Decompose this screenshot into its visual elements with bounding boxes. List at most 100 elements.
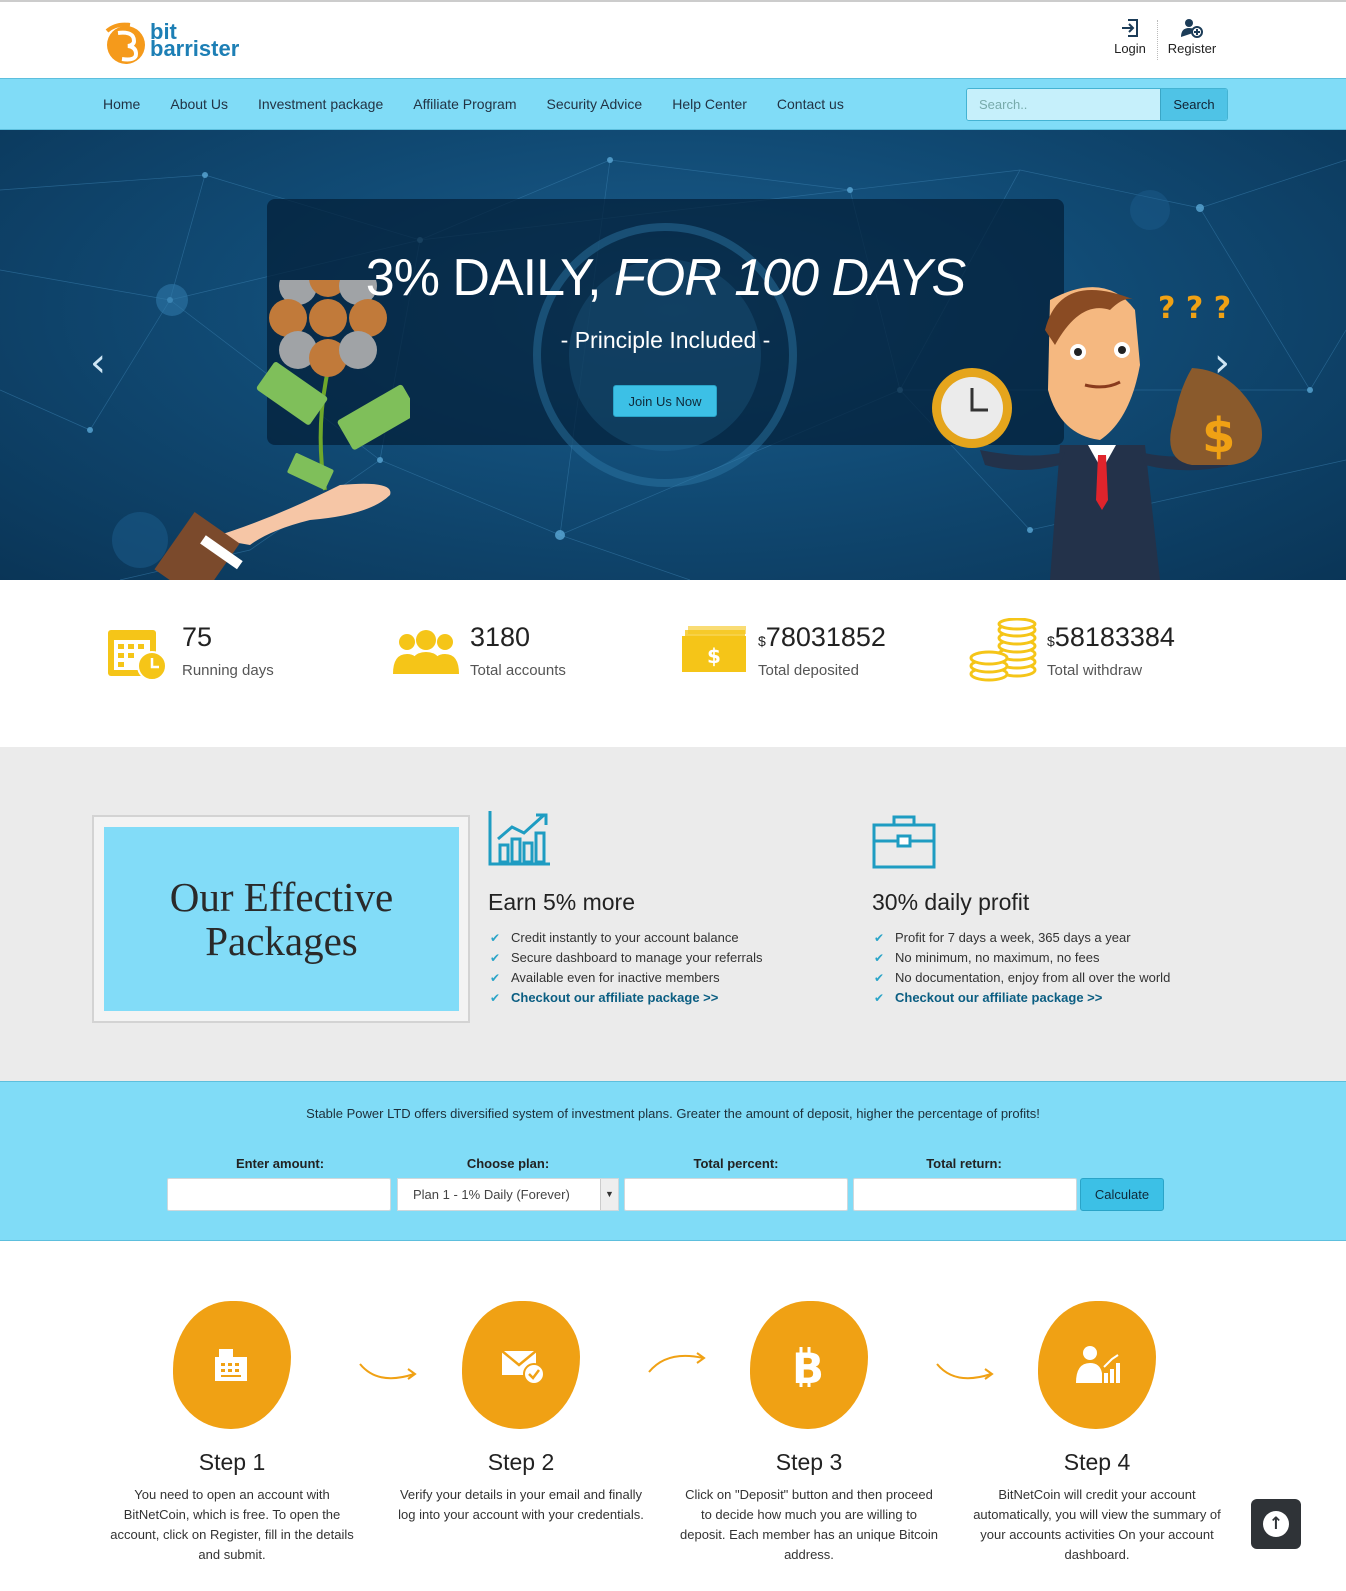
nav-item-security[interactable]: Security Advice (546, 96, 642, 112)
logo-mark-icon (105, 22, 145, 64)
profit-calculator: Stable Power LTD offers diversified syst… (0, 1081, 1346, 1241)
stat-value: 75 (182, 622, 213, 652)
user-add-icon (1181, 19, 1203, 38)
feature-item: Profit for 7 days a week, 365 days a yea… (872, 928, 1252, 948)
stat-amount: 58183384 (1054, 622, 1175, 652)
stats-bar: 75 Running days 3180 Total accounts $ $7… (0, 580, 1346, 747)
register-link[interactable]: Register (1164, 18, 1220, 56)
hero-slider: $ ? ? ? 3% DAILY, FOR 100 DAYS - Princip… (0, 130, 1346, 580)
plan-label: Choose plan: (466, 1156, 550, 1171)
users-icon (393, 630, 459, 674)
register-icon (215, 1349, 247, 1381)
search-form: Search (966, 88, 1228, 121)
step-card-1: Step 1 You need to open an account with … (97, 1301, 367, 1565)
brand-line-2: barrister (150, 36, 240, 61)
nav-menu: Home About Us Investment package Affilia… (103, 79, 874, 129)
step-card-2: Step 2 Verify your details in your email… (386, 1301, 656, 1525)
svg-text:$: $ (707, 644, 721, 668)
feature-item: No documentation, enjoy from all over th… (872, 968, 1252, 988)
register-label: Register (1167, 41, 1217, 56)
step-badge: B (750, 1301, 868, 1429)
feature-item: No minimum, no maximum, no fees (872, 948, 1252, 968)
step-badge (173, 1301, 291, 1429)
hero-title: 3% DAILY, FOR 100 DAYS (267, 248, 1064, 308)
feature-item: Available even for inactive members (488, 968, 848, 988)
calculate-button[interactable]: Calculate (1080, 1178, 1164, 1211)
growth-chart-icon (488, 811, 550, 866)
feature-item: Secure dashboard to manage your referral… (488, 948, 848, 968)
stat-label: Total accounts (470, 662, 566, 679)
step-text: BitNetCoin will credit your account auto… (973, 1487, 1221, 1562)
stat-currency: $ (1047, 633, 1055, 649)
nav-item-about[interactable]: About Us (170, 96, 228, 112)
step-badge (462, 1301, 580, 1429)
brand-logo[interactable]: bit barrister (104, 19, 264, 65)
nav-item-affiliate[interactable]: Affiliate Program (413, 96, 516, 112)
percent-output[interactable] (624, 1178, 848, 1211)
package-card-profit: 30% daily profit Profit for 7 days a wee… (872, 809, 1252, 1008)
affiliate-package-link[interactable]: Checkout our affiliate package >> (488, 988, 848, 1008)
step-title: Step 3 (775, 1449, 843, 1475)
svg-text:? ? ?: ? ? ? (1158, 291, 1231, 326)
chevron-left-icon[interactable]: ‹ (90, 340, 106, 386)
package-features: Profit for 7 days a week, 365 days a yea… (872, 928, 1252, 1008)
package-title: Earn 5% more (488, 889, 636, 915)
briefcase-icon (872, 815, 936, 869)
cash-icon: $ (682, 626, 746, 672)
nav-item-home[interactable]: Home (103, 96, 140, 112)
step-text: Verify your details in your email and fi… (398, 1487, 644, 1522)
coins-icon (969, 618, 1037, 682)
svg-text:$: $ (1202, 408, 1235, 464)
amount-label: Enter amount: (235, 1156, 325, 1171)
stat-value: $58183384 (1047, 622, 1175, 653)
package-card-earn: Earn 5% more Credit instantly to your ac… (488, 809, 848, 1008)
plan-select-value: Plan 1 - 1% Daily (Forever) (413, 1187, 570, 1202)
stat-value: $78031852 (758, 622, 886, 653)
businessman-illustration: $ ? ? ? (932, 287, 1262, 580)
nav-item-investment[interactable]: Investment package (258, 96, 383, 112)
login-link[interactable]: Login (1110, 18, 1150, 56)
step-text: Click on "Deposit" button and then proce… (680, 1487, 938, 1562)
join-now-button[interactable]: Join Us Now (613, 385, 717, 417)
stat-currency: $ (758, 633, 766, 649)
package-title: 30% daily profit (872, 889, 1030, 915)
search-input[interactable] (967, 89, 1160, 120)
stat-label: Total withdraw (1047, 662, 1143, 679)
nav-item-contact[interactable]: Contact us (777, 96, 844, 112)
percent-label: Total percent: (693, 1156, 779, 1171)
step-text: You need to open an account with BitNetC… (110, 1487, 354, 1562)
step-title: Step 1 (198, 1449, 266, 1475)
packages-heading-text: Our Effective Packages (169, 874, 394, 964)
return-label: Total return: (926, 1156, 1002, 1171)
stat-amount: 78031852 (765, 622, 886, 652)
step-badge (1038, 1301, 1156, 1429)
site-header: bit barrister Login Register (0, 2, 1346, 78)
arrow-up-icon: ↑ (1263, 1511, 1289, 1537)
hero-subtitle: - Principle Included - (560, 327, 771, 353)
amount-input[interactable] (167, 1178, 391, 1211)
login-label: Login (1114, 41, 1146, 56)
bitcoin-icon: B (792, 1345, 824, 1389)
hero-title-italic: FOR 100 DAYS (614, 249, 966, 307)
calendar-clock-icon (108, 630, 167, 681)
nav-item-help[interactable]: Help Center (672, 96, 747, 112)
affiliate-package-link[interactable]: Checkout our affiliate package >> (872, 988, 1252, 1008)
step-card-4: Step 4 BitNetCoin will credit your accou… (962, 1301, 1232, 1565)
search-button[interactable]: Search (1160, 89, 1227, 120)
step-card-3: B Step 3 Click on "Deposit" button and t… (674, 1301, 944, 1565)
step-title: Step 4 (1063, 1449, 1131, 1475)
plan-select[interactable]: Plan 1 - 1% Daily (Forever) ▼ (397, 1178, 619, 1211)
chevron-right-icon[interactable]: › (1214, 340, 1230, 386)
packages-section: Our Effective Packages Earn 5% more Cred… (0, 747, 1346, 1081)
stat-label: Running days (182, 662, 274, 679)
calculator-intro: Stable Power LTD offers diversified syst… (306, 1106, 1040, 1121)
header-divider (1157, 20, 1158, 60)
chevron-down-icon: ▼ (600, 1179, 618, 1210)
packages-heading: Our Effective Packages (104, 827, 459, 1011)
package-features: Credit instantly to your account balance… (488, 928, 848, 1008)
back-to-top-button[interactable]: ↑ (1251, 1499, 1301, 1549)
login-icon (1122, 19, 1138, 37)
email-verify-icon (501, 1350, 545, 1385)
feature-item: Credit instantly to your account balance (488, 928, 848, 948)
return-output[interactable] (853, 1178, 1077, 1211)
